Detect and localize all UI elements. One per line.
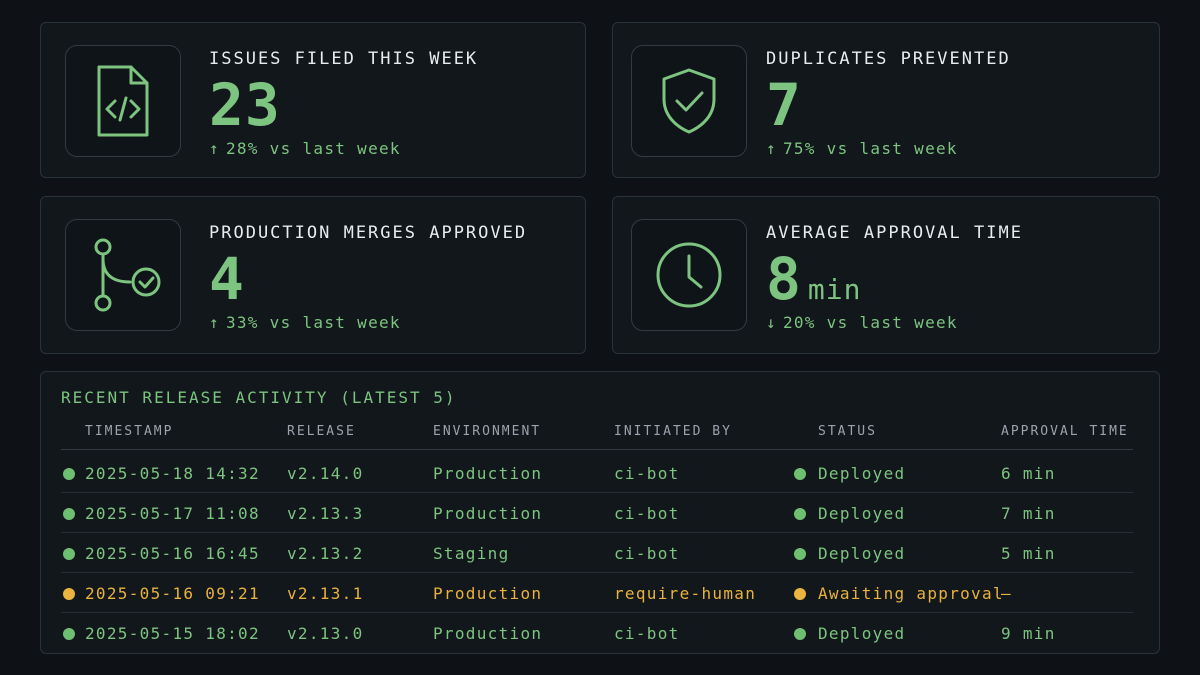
kpi-unit: min <box>807 273 862 306</box>
status-dot <box>794 468 806 480</box>
row-status-dot <box>63 548 75 560</box>
kpi-label: AVERAGE APPROVAL TIME <box>766 223 1023 243</box>
table-row[interactable]: 2025-05-18 14:32 v2.14.0 Production ci-bot D… <box>61 453 1133 493</box>
shield-check-icon <box>631 45 747 157</box>
cell-environment: Production <box>433 504 543 523</box>
kpi-value: 23 <box>209 71 281 139</box>
table-row[interactable]: 2025-05-15 18:02 v2.13.0 Production ci-bot D… <box>61 613 1133 653</box>
cell-environment: Production <box>433 464 543 483</box>
cell-status: Awaiting approval <box>818 584 1004 603</box>
cell-approval-time: — <box>1001 584 1012 603</box>
cell-timestamp: 2025-05-17 11:08 <box>85 504 260 523</box>
kpi-card-average-approval-time: AVERAGE APPROVAL TIME 8 min ↓ 20% vs last … <box>612 196 1160 354</box>
cell-status: Deployed <box>818 504 906 523</box>
cell-release: v2.13.2 <box>287 544 364 563</box>
cell-status: Deployed <box>818 464 906 483</box>
status-dot <box>794 508 806 520</box>
cell-release: v2.14.0 <box>287 464 364 483</box>
cell-approval-time: 7 min <box>1001 504 1056 523</box>
row-status-dot <box>63 628 75 640</box>
column-header-timestamp[interactable]: TIMESTAMP <box>85 424 173 439</box>
cell-initiated-by: ci-bot <box>614 544 680 563</box>
table-header: TIMESTAMP RELEASE ENVIRONMENT INITIATED … <box>61 420 1133 450</box>
cell-status: Deployed <box>818 624 906 643</box>
column-header-initiated-by[interactable]: INITIATED BY <box>614 424 732 439</box>
cell-approval-time: 5 min <box>1001 544 1056 563</box>
kpi-delta: ↑ 33% vs last week <box>209 313 401 332</box>
kpi-label: DUPLICATES PREVENTED <box>766 49 1011 69</box>
cell-timestamp: 2025-05-15 18:02 <box>85 624 260 643</box>
release-activity-panel: RECENT RELEASE ACTIVITY (LATEST 5) TIMES… <box>40 371 1160 654</box>
status-dot <box>794 628 806 640</box>
cell-status: Deployed <box>818 544 906 563</box>
file-code-icon <box>65 45 181 157</box>
kpi-delta: ↑ 75% vs last week <box>766 139 958 158</box>
kpi-value: 4 <box>209 245 245 313</box>
kpi-card-duplicates-prevented: DUPLICATES PREVENTED 7 ↑ 75% vs last week <box>612 22 1160 178</box>
table-row[interactable]: 2025-05-16 16:45 v2.13.2 Staging ci-bot Depl… <box>61 533 1133 573</box>
cell-environment: Staging <box>433 544 510 563</box>
cell-release: v2.13.1 <box>287 584 364 603</box>
table-row[interactable]: 2025-05-17 11:08 v2.13.3 Production ci-bot D… <box>61 493 1133 533</box>
table-row[interactable]: 2025-05-16 09:21 v2.13.1 Production require… <box>61 573 1133 613</box>
cell-initiated-by: ci-bot <box>614 624 680 643</box>
git-merge-check-icon <box>65 219 181 331</box>
kpi-card-issues-filed: ISSUES FILED THIS WEEK 23 ↑ 28% vs last w… <box>40 22 586 178</box>
status-dot <box>794 548 806 560</box>
cell-initiated-by: ci-bot <box>614 464 680 483</box>
cell-environment: Production <box>433 584 543 603</box>
arrow-up-icon: ↑ <box>766 139 777 158</box>
kpi-delta: ↓ 20% vs last week <box>766 313 958 332</box>
kpi-value: 7 <box>766 71 802 139</box>
cell-timestamp: 2025-05-16 09:21 <box>85 584 260 603</box>
column-header-environment[interactable]: ENVIRONMENT <box>433 424 541 439</box>
column-header-status[interactable]: STATUS <box>818 424 877 439</box>
kpi-delta: ↑ 28% vs last week <box>209 139 401 158</box>
kpi-card-production-merges: PRODUCTION MERGES APPROVED 4 ↑ 33% vs las… <box>40 196 586 354</box>
row-status-dot <box>63 508 75 520</box>
cell-timestamp: 2025-05-18 14:32 <box>85 464 260 483</box>
arrow-up-icon: ↑ <box>209 139 220 158</box>
arrow-down-icon: ↓ <box>766 313 777 332</box>
arrow-up-icon: ↑ <box>209 313 220 332</box>
row-status-dot <box>63 468 75 480</box>
panel-title: RECENT RELEASE ACTIVITY (LATEST 5) <box>61 388 457 407</box>
kpi-label: PRODUCTION MERGES APPROVED <box>209 223 528 243</box>
status-dot <box>794 588 806 600</box>
column-header-approval-time[interactable]: APPROVAL TIME <box>1001 424 1129 439</box>
clock-icon <box>631 219 747 331</box>
cell-release: v2.13.3 <box>287 504 364 523</box>
cell-initiated-by: ci-bot <box>614 504 680 523</box>
row-status-dot <box>63 588 75 600</box>
release-dashboard: ISSUES FILED THIS WEEK 23 ↑ 28% vs last w… <box>0 0 1200 675</box>
cell-approval-time: 6 min <box>1001 464 1056 483</box>
cell-environment: Production <box>433 624 543 643</box>
cell-timestamp: 2025-05-16 16:45 <box>85 544 260 563</box>
cell-release: v2.13.0 <box>287 624 364 643</box>
column-header-release[interactable]: RELEASE <box>287 424 356 439</box>
cell-initiated-by: require-human <box>614 584 757 603</box>
kpi-label: ISSUES FILED THIS WEEK <box>209 49 479 69</box>
cell-approval-time: 9 min <box>1001 624 1056 643</box>
